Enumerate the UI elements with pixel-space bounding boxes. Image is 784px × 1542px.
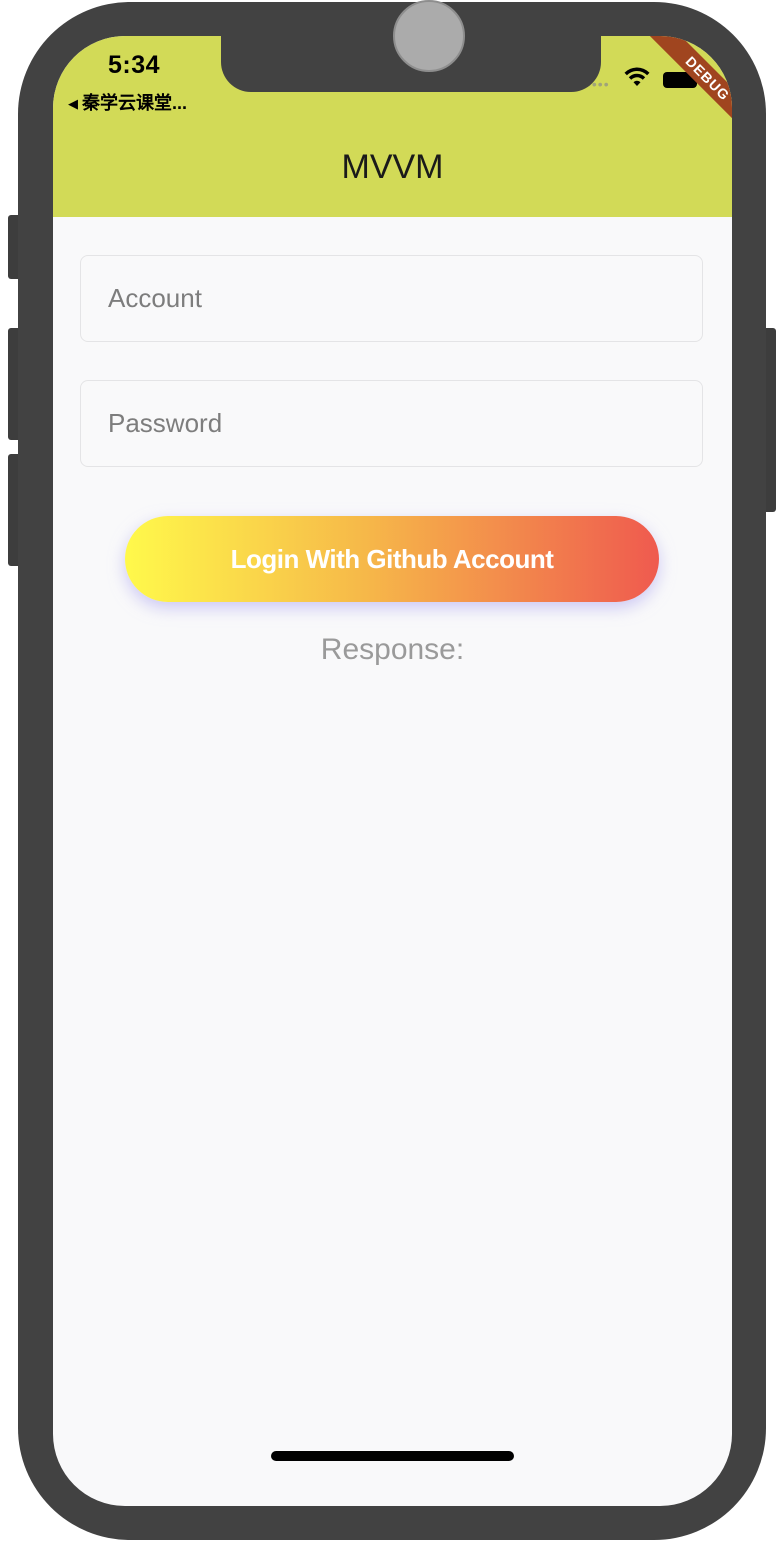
login-github-button[interactable]: Login With Github Account [125, 516, 659, 602]
back-to-app-link[interactable]: ◀ 秦学云课堂... [68, 89, 187, 115]
back-triangle-icon: ◀ [68, 96, 78, 111]
response-label: Response: [320, 633, 465, 666]
phone-body: 5:34 ◀ 秦学云课堂... •••• DEBUG MVVM Account … [18, 2, 766, 1540]
home-indicator[interactable] [271, 1451, 514, 1461]
status-time: 5:34 [108, 51, 161, 79]
account-field[interactable] [80, 255, 703, 342]
password-field[interactable] [80, 380, 703, 467]
page-title: MVVM [341, 148, 444, 186]
camera-icon [393, 0, 465, 72]
password-input[interactable] [81, 381, 702, 466]
wifi-icon [624, 67, 650, 86]
back-app-label: 秦学云课堂... [82, 93, 188, 113]
debug-banner: DEBUG [643, 36, 732, 143]
phone-screen: 5:34 ◀ 秦学云课堂... •••• DEBUG MVVM Account … [53, 36, 732, 1506]
device-frame-stage: 5:34 ◀ 秦学云课堂... •••• DEBUG MVVM Account … [0, 0, 784, 1542]
account-input[interactable] [81, 256, 702, 341]
